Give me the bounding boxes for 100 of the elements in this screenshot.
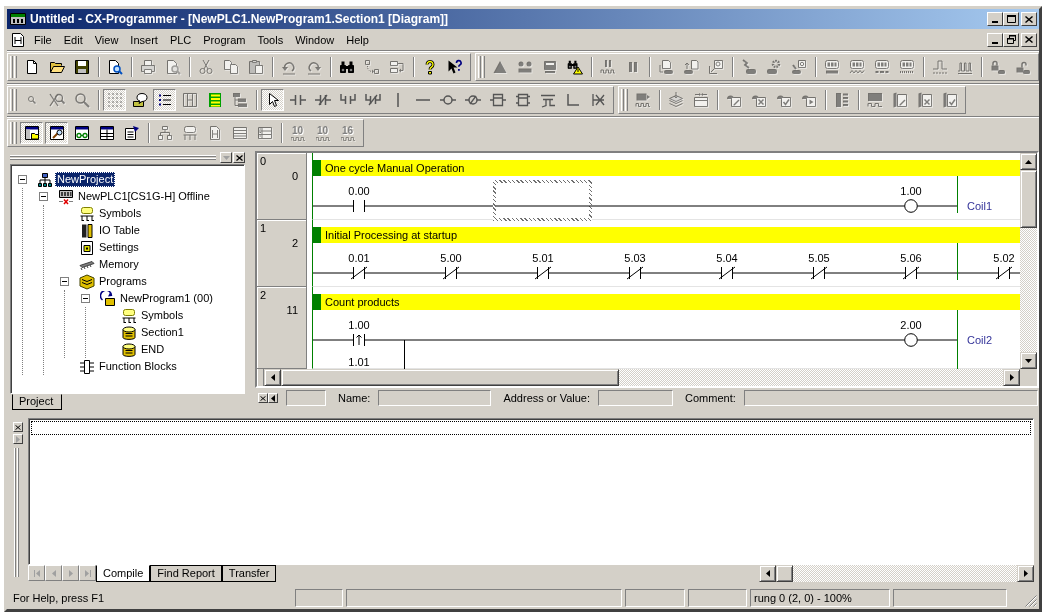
box-pulse-icon (634, 92, 651, 108)
maximize-button[interactable] (1003, 12, 1019, 26)
close-button[interactable] (1021, 32, 1037, 47)
expand-button[interactable] (12, 434, 23, 444)
collapse-icon[interactable] (18, 175, 27, 184)
output-tab[interactable]: Transfer (221, 565, 277, 582)
settings-page-icon (79, 239, 95, 256)
toolbar-grip[interactable] (478, 56, 485, 78)
page-unit-icon (657, 59, 674, 75)
scroll-right-button[interactable] (1003, 369, 1020, 386)
menu-item[interactable]: Help (340, 31, 375, 48)
slashed-contact-icon (589, 266, 681, 280)
toolbar-grip[interactable] (621, 89, 628, 111)
horizontal-scrollbar[interactable] (257, 369, 1020, 386)
pane-close-button[interactable] (233, 152, 245, 163)
tree-item[interactable]: Section1 (139, 325, 186, 340)
menu-item[interactable]: Insert (124, 31, 164, 48)
close-icon (235, 154, 243, 161)
tree-item[interactable]: Memory (97, 257, 141, 272)
splitter-handle[interactable] (257, 369, 264, 386)
input-field[interactable] (598, 390, 674, 406)
network-icon (37, 171, 53, 188)
symbol-table-icon (181, 125, 198, 141)
collapse-icon[interactable] (81, 294, 90, 303)
previous-tab-button[interactable] (45, 565, 62, 581)
close-button[interactable] (12, 422, 23, 432)
toolbar-grip[interactable] (10, 89, 17, 111)
close-button[interactable] (258, 393, 268, 403)
window-magnifier-icon (48, 125, 65, 141)
menu-item[interactable]: File (28, 31, 58, 48)
input-field[interactable] (378, 390, 492, 406)
scroll-thumb[interactable] (1020, 170, 1037, 228)
first-tab-button[interactable] (28, 565, 45, 581)
last-tab-button[interactable] (79, 565, 96, 581)
restore-button[interactable] (1003, 32, 1019, 47)
plc-unit-icon (823, 59, 840, 75)
tree-item[interactable]: END (139, 342, 167, 357)
step-number: 11 (286, 304, 298, 316)
numbered-table-icon (256, 125, 273, 141)
right-arrow-icon (1023, 570, 1028, 577)
tree-item[interactable]: NewPLC1[CS1G-H] Offline (76, 189, 212, 204)
function-block-icon (79, 358, 95, 375)
menu-item[interactable]: View (88, 31, 125, 48)
scroll-left-button[interactable] (264, 369, 281, 386)
scroll-up-button[interactable] (1020, 153, 1037, 170)
toolbar-button[interactable] (153, 89, 176, 111)
scroll-right-button[interactable] (1017, 565, 1034, 582)
rung-number: 0 (260, 155, 267, 167)
pane-tab[interactable]: Project (12, 394, 63, 410)
minimize-icon (992, 21, 998, 23)
scroll-left-button[interactable] (759, 565, 776, 582)
next-tab-button[interactable] (62, 565, 79, 581)
close-button[interactable] (1021, 12, 1037, 26)
menu-item[interactable]: PLC (163, 31, 198, 48)
toolbar-button[interactable] (20, 122, 43, 144)
book-cross-icon (916, 92, 933, 108)
menu-item[interactable]: Edit (57, 31, 89, 48)
left-arrow-icon (270, 374, 275, 381)
vertical-scrollbar[interactable] (1020, 153, 1037, 369)
tree-item[interactable]: Symbols (139, 308, 186, 323)
toolbar-button[interactable] (45, 122, 68, 144)
menu-item[interactable]: Program (197, 31, 252, 48)
pane-grip[interactable] (10, 154, 216, 161)
coil-symbol-name: Coil1 (966, 199, 993, 213)
tree-item[interactable]: IO Table (97, 223, 142, 238)
collapse-icon[interactable] (39, 192, 48, 201)
collapse-icon[interactable] (60, 277, 69, 286)
input-field[interactable] (743, 390, 1038, 406)
field-label: Name: (338, 392, 371, 404)
binoculars-warning-icon (566, 59, 583, 75)
output-tab[interactable]: Compile (96, 565, 151, 582)
focus-row[interactable] (31, 421, 1031, 435)
tree-item[interactable]: Settings (97, 240, 141, 255)
pane-grip[interactable] (14, 448, 21, 577)
minimize-button[interactable] (987, 12, 1003, 26)
horizontal-scrollbar[interactable] (759, 565, 1034, 582)
menu-item[interactable]: Window (289, 31, 341, 48)
tree-item[interactable]: Symbols (97, 206, 144, 221)
symbol-table-icon (79, 205, 95, 222)
toolbar-button[interactable] (261, 89, 284, 111)
step-number: 2 (291, 237, 298, 249)
input-field[interactable] (286, 390, 326, 406)
tree-item[interactable]: Function Blocks (97, 359, 179, 374)
tree-item[interactable]: NewProgram1 (00) (118, 291, 215, 306)
output-tab[interactable]: Find Report (150, 565, 222, 582)
menu-item[interactable]: Tools (251, 31, 290, 48)
resize-grip-icon[interactable] (1025, 595, 1037, 607)
scroll-down-button[interactable] (1020, 352, 1037, 369)
pane-menu-button[interactable] (220, 152, 232, 163)
toolbar-grip[interactable] (10, 122, 17, 144)
table-icon (231, 125, 248, 141)
minimize-button[interactable] (987, 32, 1003, 47)
scroll-thumb[interactable] (776, 565, 793, 582)
speech-bubble-icon (131, 92, 148, 108)
scroll-thumb[interactable] (281, 369, 619, 386)
slashed-coil-icon (464, 92, 481, 108)
toolbar-grip[interactable] (10, 56, 17, 78)
scissors-icon (197, 59, 214, 75)
tree-item[interactable]: NewProject (55, 172, 116, 187)
tree-item[interactable]: Programs (97, 274, 149, 289)
